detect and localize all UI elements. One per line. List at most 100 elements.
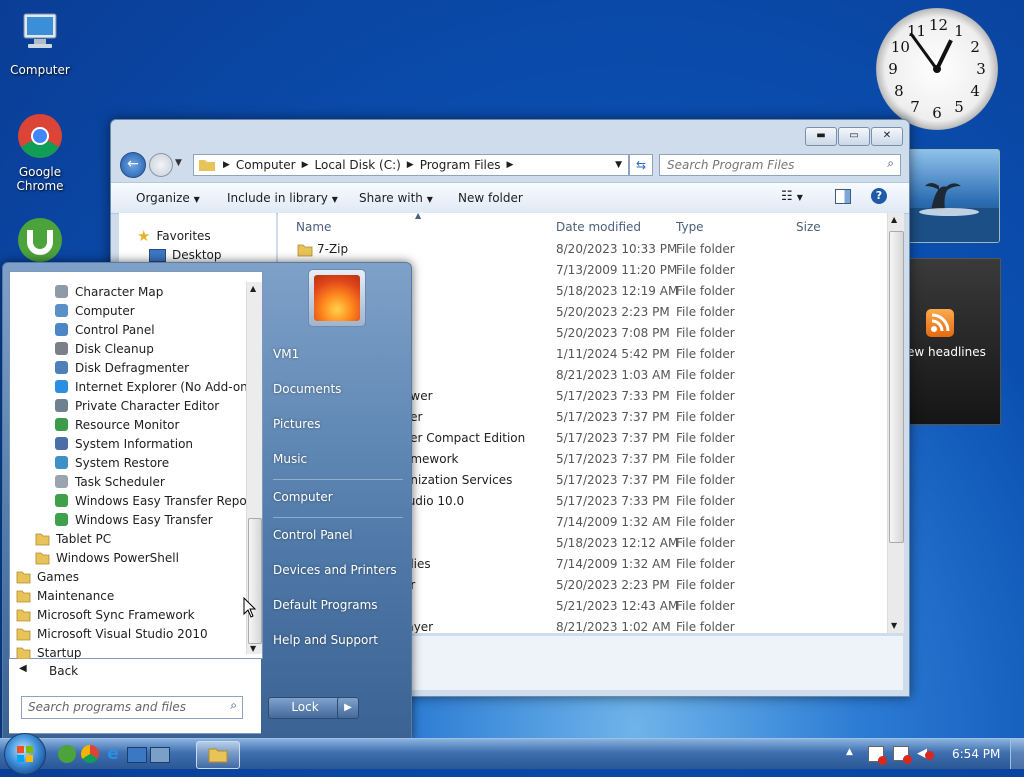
slideshow-gadget[interactable] [908,149,1000,243]
task-scheduler-icon [54,474,69,489]
program-item[interactable]: Windows Easy Transfer Reports [54,491,263,510]
start-default-programs[interactable]: Default Programs [273,598,378,612]
preview-pane-icon[interactable] [835,189,851,204]
program-label: Character Map [75,284,164,299]
column-header-name[interactable]: Name [296,220,331,234]
scroll-thumb[interactable] [248,518,262,644]
program-item[interactable]: Computer [54,301,135,320]
program-item[interactable]: Disk Cleanup [54,339,154,358]
program-item[interactable]: Windows Easy Transfer [54,510,213,529]
start-computer[interactable]: Computer [273,490,333,504]
program-item[interactable]: Microsoft Visual Studio 2010 [16,624,208,643]
show-desktop-button[interactable] [1010,739,1024,769]
star-icon: ★ [137,227,151,245]
organize-button[interactable]: Organize ▼ [136,191,200,205]
file-list-scrollbar[interactable]: ▲ ▼ [887,213,904,633]
start-devices-printers[interactable]: Devices and Printers [273,563,397,577]
program-item[interactable]: Games [16,567,79,586]
close-button[interactable]: ✕ [871,127,903,146]
clock-gadget[interactable]: 12 1 2 3 4 5 6 7 8 9 10 11 [876,8,998,130]
program-item[interactable]: Task Scheduler [54,472,165,491]
program-item[interactable]: Control Panel [54,320,155,339]
view-options-icon[interactable]: ☷ ▼ [781,189,803,204]
tray-show-hidden-icon[interactable]: ▲ [846,747,853,757]
minimize-button[interactable]: ▬ [805,127,837,146]
start-button[interactable] [4,733,46,775]
include-in-library-button[interactable]: Include in library ▼ [227,191,338,205]
start-user-name[interactable]: VM1 [273,347,299,361]
start-search-input[interactable]: Search programs and files ⌕ [21,696,243,719]
start-music[interactable]: Music [273,452,307,466]
desktop-icon-computer[interactable]: Computer [2,8,78,77]
shutdown-options-button[interactable]: ▶ [337,697,359,719]
program-item[interactable]: Private Character Editor [54,396,219,415]
search-box[interactable]: Search Program Files ⌕ [659,154,901,176]
utorrent-quicklaunch-icon[interactable] [58,745,76,763]
back-button[interactable]: ← [120,152,146,178]
start-pictures[interactable]: Pictures [273,417,321,431]
breadcrumb-program-files[interactable]: Program Files [420,158,501,172]
scroll-up-arrow[interactable]: ▲ [891,215,897,224]
tray-network-icon[interactable] [893,746,912,764]
address-bar[interactable]: ▶ Computer ▶ Local Disk (C:) ▶ Program F… [193,154,629,176]
back-button[interactable]: ◀ Back [9,659,261,683]
recent-pages-dropdown[interactable]: ▼ [175,158,182,168]
search-icon: ⌕ [887,156,894,170]
new-folder-button[interactable]: New folder [458,191,523,205]
start-help-support[interactable]: Help and Support [273,633,378,647]
program-item[interactable]: Character Map [54,282,163,301]
start-documents[interactable]: Documents [273,382,341,396]
program-item[interactable]: Microsoft Sync Framework [16,605,195,624]
feed-headline-text: ew headlines [907,345,986,359]
lock-button[interactable]: Lock [268,697,342,719]
forward-button[interactable] [149,153,173,177]
breadcrumb-local-disk[interactable]: Local Disk (C:) [315,158,401,172]
desktop-icon-chrome[interactable]: Google Chrome [2,112,78,193]
clock-numeral: 3 [976,60,986,78]
tray-volume-icon[interactable]: ◀ [917,746,934,761]
program-item[interactable]: Resource Monitor [54,415,179,434]
taskbar-clock[interactable]: 6:54 PM [952,747,1000,761]
taskbar-explorer-button[interactable] [196,741,240,769]
program-item[interactable]: Tablet PC [35,529,111,548]
breadcrumb-computer[interactable]: Computer [236,158,296,172]
program-item[interactable]: System Information [54,434,193,453]
program-item[interactable]: System Restore [54,453,169,472]
program-item[interactable]: Internet Explorer (No Add-ons) [54,377,259,396]
file-type: File folder [676,452,735,466]
ie-quicklaunch-icon[interactable]: e [104,745,122,763]
column-header-type[interactable]: Type [676,220,704,234]
tray-action-center-icon[interactable] [868,746,887,765]
scroll-down-arrow[interactable]: ▼ [891,621,897,630]
scroll-up-arrow[interactable]: ▲ [250,284,256,293]
chrome-quicklaunch-icon[interactable] [81,745,99,763]
column-header-date[interactable]: Date modified [556,220,641,234]
start-control-panel[interactable]: Control Panel [273,528,353,542]
column-header-size[interactable]: Size [796,220,821,234]
file-type: File folder [676,410,735,424]
scroll-thumb[interactable] [889,231,904,543]
feed-headlines-gadget[interactable]: ew headlines [907,258,1001,425]
refresh-button[interactable]: ⇆ [629,154,653,176]
window-switcher-icon[interactable] [150,747,170,763]
folder-icon [16,569,31,584]
program-item[interactable]: Disk Defragmenter [54,358,189,377]
program-item[interactable]: Maintenance [16,586,114,605]
nav-favorites[interactable]: ★ Favorites [137,227,211,245]
scroll-down-arrow[interactable]: ▼ [250,644,256,653]
user-avatar[interactable] [308,269,366,327]
address-dropdown-icon[interactable]: ▼ [615,160,622,170]
program-item[interactable]: Windows PowerShell [35,548,179,567]
file-date: 8/21/2023 1:03 AM [556,368,671,382]
start-search-area: Search programs and files ⌕ [9,683,261,734]
help-icon[interactable]: ? [871,188,887,204]
desktop-quicklaunch-icon[interactable] [127,747,147,763]
file-row[interactable]: 7-Zip 8/20/2023 10:33 PM File folder [278,240,887,261]
nav-desktop[interactable]: Desktop [149,248,222,262]
share-with-button[interactable]: Share with ▼ [359,191,433,205]
desktop-icon [149,248,166,262]
maximize-button[interactable]: ▭ [838,127,870,146]
file-type: File folder [676,536,735,550]
program-label: Disk Cleanup [75,341,154,356]
search-input[interactable]: Search Program Files [667,158,794,172]
